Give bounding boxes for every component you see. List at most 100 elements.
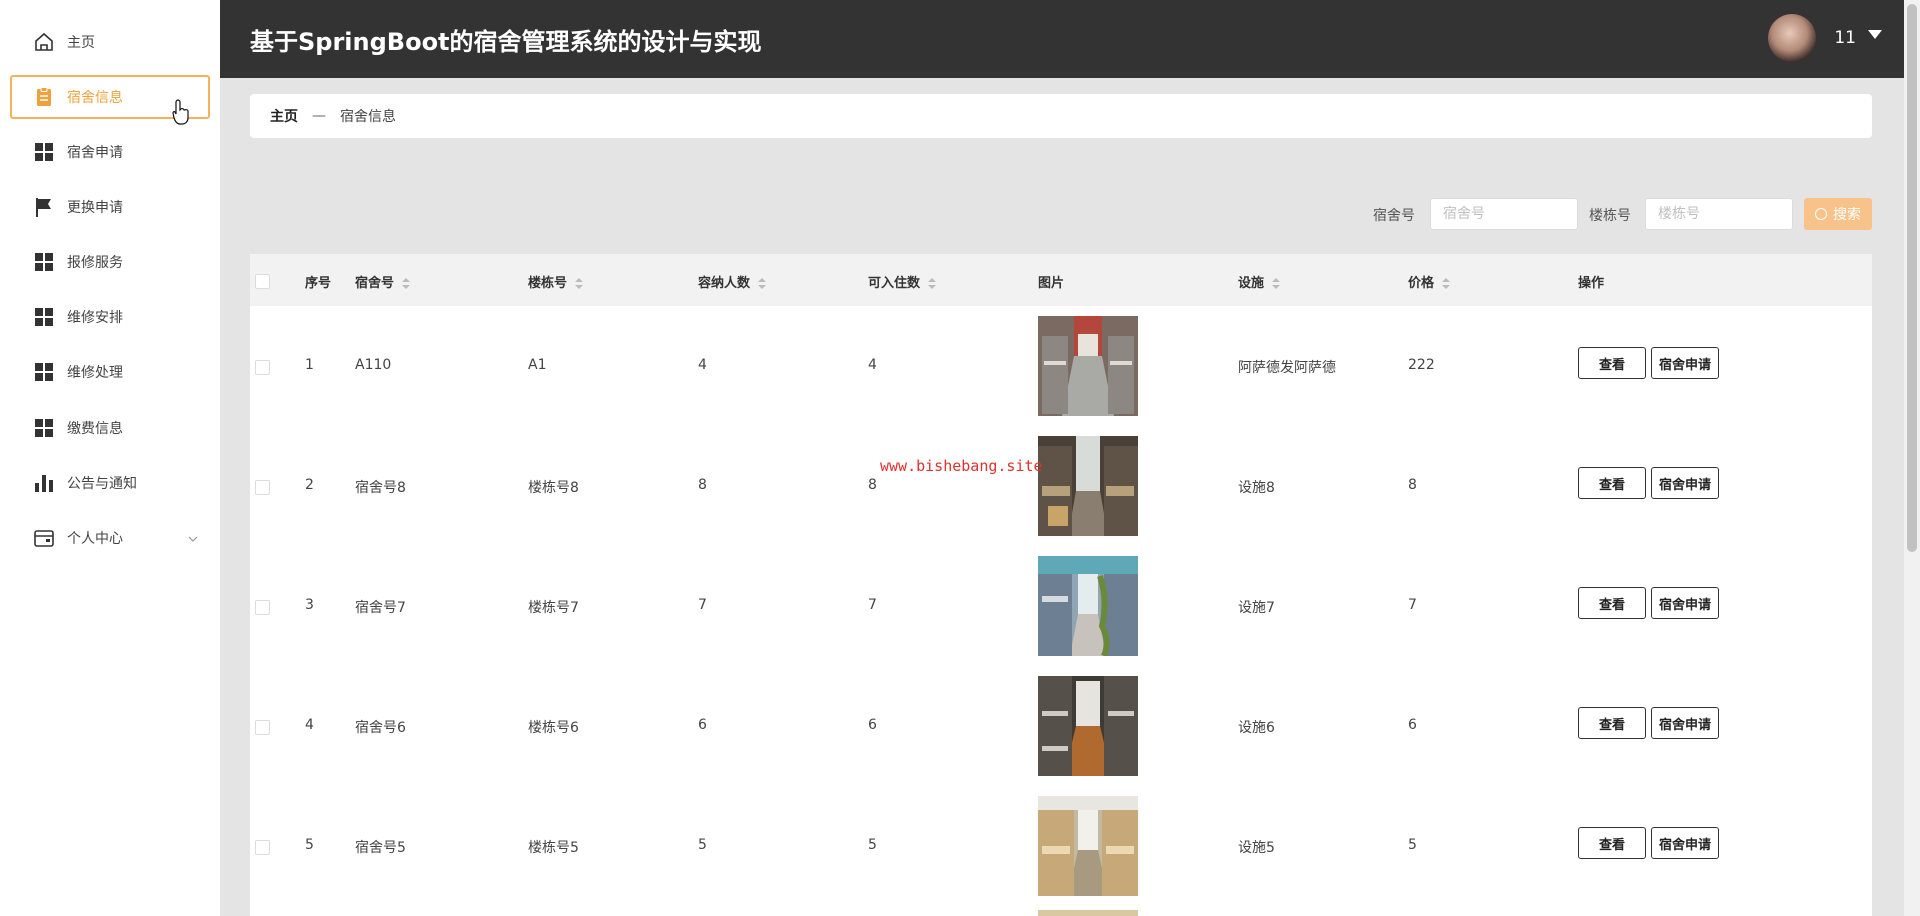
- select-all-checkbox[interactable]: [255, 274, 270, 289]
- dorm-photo[interactable]: [1038, 796, 1138, 896]
- sidebar-item-label: 维修处理: [67, 365, 123, 381]
- sort-icon[interactable]: [402, 277, 411, 290]
- cell-price: 6: [1408, 717, 1417, 733]
- view-button[interactable]: 查看: [1578, 587, 1646, 619]
- row-checkbox[interactable]: [255, 840, 270, 855]
- sidebar-item-label: 更换申请: [67, 200, 123, 216]
- cell-facilities: 阿萨德发阿萨德: [1238, 360, 1336, 376]
- view-button[interactable]: 查看: [1578, 827, 1646, 859]
- header-capacity-label: 容纳人数: [698, 276, 751, 291]
- sort-icon[interactable]: [1272, 277, 1281, 290]
- header-price[interactable]: 价格: [1408, 272, 1451, 291]
- search-button[interactable]: 搜索: [1804, 198, 1872, 230]
- header-capacity[interactable]: 容纳人数: [698, 272, 767, 291]
- cell-capacity: 5: [698, 837, 707, 853]
- dorm-no-input[interactable]: [1430, 198, 1578, 230]
- cell-dorm-no: 宿舍号7: [355, 600, 406, 616]
- sort-icon[interactable]: [1442, 277, 1451, 290]
- cell-building-no: 楼栋号6: [528, 720, 579, 736]
- cell-building-no: 楼栋号8: [528, 480, 579, 496]
- sidebar-item-dorm-apply[interactable]: 宿舍申请: [10, 130, 210, 174]
- cell-capacity: 6: [698, 717, 707, 733]
- dorm-apply-button[interactable]: 宿舍申请: [1651, 827, 1719, 859]
- grid-icon: [33, 417, 55, 439]
- dorm-photo: [1038, 910, 1138, 916]
- sidebar-item-label: 报修服务: [67, 255, 123, 271]
- breadcrumb-current: 宿舍信息: [340, 109, 396, 125]
- breadcrumb-home[interactable]: 主页: [270, 106, 298, 126]
- avatar[interactable]: [1768, 14, 1816, 62]
- user-name[interactable]: 11: [1834, 28, 1856, 48]
- row-checkbox[interactable]: [255, 600, 270, 615]
- view-button[interactable]: 查看: [1578, 347, 1646, 379]
- sidebar-item-label: 缴费信息: [67, 421, 123, 437]
- scrollbar-thumb[interactable]: [1907, 4, 1917, 552]
- caret-down-icon[interactable]: [1868, 30, 1882, 39]
- row-checkbox[interactable]: [255, 480, 270, 495]
- sidebar-item-label: 公告与通知: [67, 476, 137, 492]
- table-row: 2 宿舍号8 楼栋号8 8 8 设施8 8 查看 宿舍申请: [250, 426, 1872, 547]
- sidebar-item-repair-schedule[interactable]: 维修安排: [10, 295, 210, 339]
- dorm-no-label: 宿舍号: [1373, 208, 1415, 224]
- header-image: 图片: [1038, 276, 1065, 291]
- dorm-apply-button[interactable]: 宿舍申请: [1651, 587, 1719, 619]
- cell-dorm-no: 宿舍号6: [355, 720, 406, 736]
- sidebar-item-profile[interactable]: 个人中心: [10, 516, 210, 560]
- header-index: 序号: [305, 276, 332, 291]
- view-button[interactable]: 查看: [1578, 707, 1646, 739]
- sort-icon[interactable]: [758, 277, 767, 290]
- sidebar-item-repair-handle[interactable]: 维修处理: [10, 350, 210, 394]
- header-building-no-label: 楼栋号: [528, 276, 568, 291]
- cell-index: 4: [305, 717, 314, 733]
- sidebar-item-label: 宿舍申请: [67, 145, 123, 161]
- cell-building-no: 楼栋号5: [528, 840, 579, 856]
- wallet-icon: [33, 527, 55, 549]
- header-facilities-label: 设施: [1238, 276, 1265, 291]
- dorm-table: 序号 宿舍号 楼栋号 容纳人数 可入住数 图片 设施 价格 操作 1 A110 …: [250, 254, 1872, 916]
- dorm-photo[interactable]: [1038, 556, 1138, 656]
- flag-icon: [33, 196, 55, 218]
- row-checkbox[interactable]: [255, 360, 270, 375]
- grid-icon: [33, 251, 55, 273]
- header-available-label: 可入住数: [868, 276, 921, 291]
- sort-icon[interactable]: [928, 277, 937, 290]
- header-available[interactable]: 可入住数: [868, 272, 937, 291]
- cell-facilities: 设施7: [1238, 600, 1275, 616]
- breadcrumb: 主页 — 宿舍信息: [250, 94, 1872, 138]
- header-facilities[interactable]: 设施: [1238, 272, 1281, 291]
- row-checkbox[interactable]: [255, 720, 270, 735]
- search-button-label: 搜索: [1833, 207, 1861, 223]
- building-no-input[interactable]: [1645, 198, 1793, 230]
- sidebar-item-change-apply[interactable]: 更换申请: [10, 185, 210, 229]
- dorm-photo[interactable]: [1038, 316, 1138, 416]
- cell-building-no: A1: [528, 357, 547, 373]
- cell-available: 7: [868, 597, 877, 613]
- header-building-no[interactable]: 楼栋号: [528, 272, 584, 291]
- dorm-apply-button[interactable]: 宿舍申请: [1651, 467, 1719, 499]
- grid-icon: [33, 141, 55, 163]
- cell-capacity: 4: [698, 357, 707, 373]
- sort-icon[interactable]: [575, 277, 584, 290]
- sidebar-item-home[interactable]: 主页: [10, 20, 210, 64]
- dorm-photo[interactable]: [1038, 436, 1138, 536]
- mouse-cursor-icon: [172, 99, 190, 125]
- cell-index: 3: [305, 597, 314, 613]
- cell-capacity: 7: [698, 597, 707, 613]
- sidebar-item-repair-service[interactable]: 报修服务: [10, 240, 210, 284]
- view-button[interactable]: 查看: [1578, 467, 1646, 499]
- dorm-photo[interactable]: [1038, 676, 1138, 776]
- dorm-apply-button[interactable]: 宿舍申请: [1651, 707, 1719, 739]
- cell-dorm-no: A110: [355, 357, 392, 373]
- header-dorm-no[interactable]: 宿舍号: [355, 272, 411, 291]
- cell-capacity: 8: [698, 477, 707, 493]
- sidebar-item-notice[interactable]: 公告与通知: [10, 461, 210, 505]
- cell-price: 5: [1408, 837, 1417, 853]
- sidebar-item-payment[interactable]: 缴费信息: [10, 406, 210, 450]
- cell-available: 4: [868, 357, 877, 373]
- table-row: 1 A110 A1 4 4 阿萨德发阿萨德 222 查看 宿舍申请: [250, 306, 1872, 427]
- page-scrollbar[interactable]: [1904, 0, 1920, 916]
- dorm-apply-button[interactable]: 宿舍申请: [1651, 347, 1719, 379]
- cell-index: 5: [305, 837, 314, 853]
- table-row: 3 宿舍号7 楼栋号7 7 7 设施7 7 查看 宿舍申请: [250, 546, 1872, 667]
- clipboard-icon: [33, 86, 55, 108]
